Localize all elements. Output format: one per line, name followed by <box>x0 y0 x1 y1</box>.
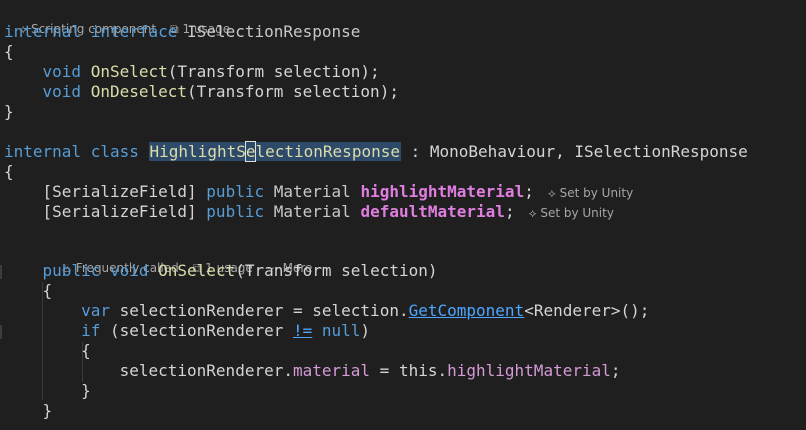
code-editor[interactable]: ⟡ Scripting component ⧉ 1 usage internal … <box>0 0 806 430</box>
codelens-method: ♨ Frequently called ⧉ 1 usage ⋯ More <box>46 241 326 275</box>
unity-icon: ⟡ <box>547 186 556 200</box>
gutter-marker <box>0 265 2 279</box>
inlay-hint-set-by-unity: ⟡ Set by Unity <box>528 206 614 220</box>
code-line[interactable]: { <box>4 341 91 361</box>
unity-icon: ⟡ <box>528 206 537 220</box>
code-line[interactable]: } <box>4 102 14 122</box>
code-line[interactable]: selectionRenderer.material = this.highli… <box>4 361 621 381</box>
codelens-interface: ⟡ Scripting component ⧉ 1 usage <box>4 2 244 36</box>
class-name-selection[interactable]: HighlightSelectionResponse <box>148 141 401 162</box>
get-component-link[interactable]: GetComponent <box>409 301 525 320</box>
code-line[interactable]: var selectionRenderer = selection.GetCom… <box>4 301 649 321</box>
code-line[interactable]: [SerializeField] public Material default… <box>4 202 614 222</box>
code-line[interactable]: } <box>4 401 53 421</box>
code-line[interactable]: internal class HighlightSelectionRespons… <box>4 141 748 162</box>
code-line[interactable]: internal interface ISelectionResponse <box>4 22 360 42</box>
code-line[interactable]: { <box>4 162 14 182</box>
code-line[interactable]: void OnSelect(Transform selection); <box>4 62 380 82</box>
inlay-hint-set-by-unity: ⟡ Set by Unity <box>547 186 634 200</box>
code-line[interactable]: public void OnSelect(Transform selection… <box>4 261 438 281</box>
gutter-marker <box>0 325 2 339</box>
code-line[interactable]: { <box>4 42 14 62</box>
null-comparison-hint[interactable]: != <box>293 321 312 340</box>
code-line[interactable]: [SerializeField] public Material highlig… <box>4 182 634 202</box>
code-line[interactable]: } <box>4 381 91 401</box>
code-line[interactable]: if (selectionRenderer != null) <box>4 321 370 341</box>
code-line[interactable]: { <box>4 281 53 301</box>
code-line[interactable]: void OnDeselect(Transform selection); <box>4 82 399 102</box>
